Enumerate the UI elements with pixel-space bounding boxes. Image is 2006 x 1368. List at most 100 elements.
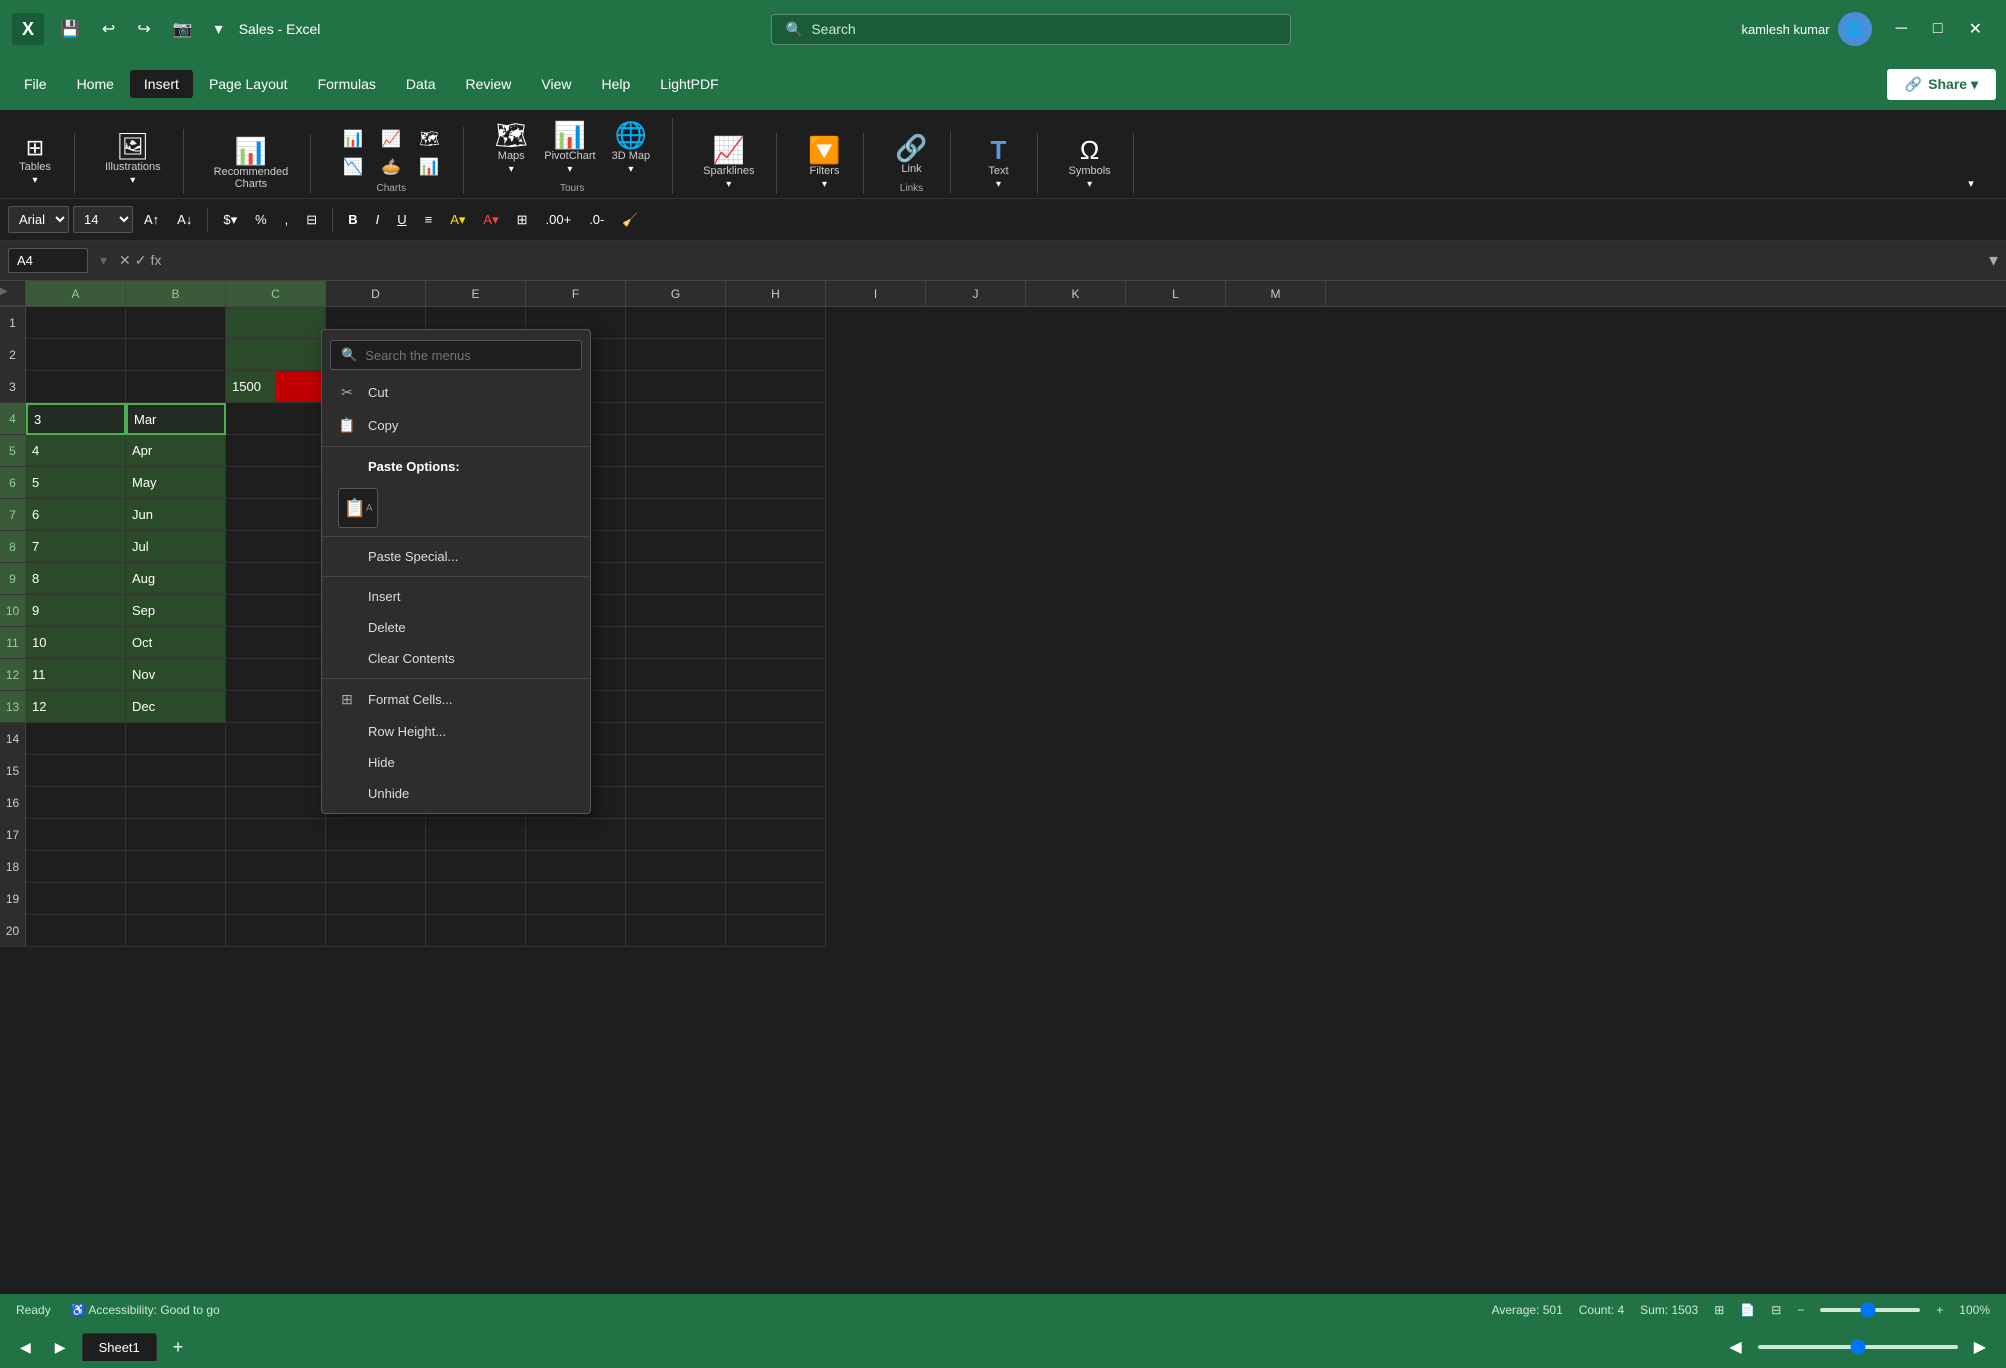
cell-f17[interactable] <box>526 819 626 851</box>
line-chart-button[interactable]: 📉 <box>335 155 371 179</box>
text-button[interactable]: T Text ▾ <box>975 133 1021 194</box>
ctx-hide-item[interactable]: Hide <box>322 747 590 778</box>
add-sheet-button[interactable]: + <box>165 1335 192 1360</box>
ctx-row-height-item[interactable]: Row Height... <box>322 716 590 747</box>
scatter-chart-button[interactable]: 📊 <box>411 155 447 179</box>
col-header-f[interactable]: F <box>526 281 626 306</box>
row-header-10[interactable]: 10 <box>0 595 26 627</box>
cell-c20[interactable] <box>226 915 326 947</box>
font-color-button[interactable]: A▾ <box>476 208 505 232</box>
3d-map-button[interactable]: 🌐 3D Map ▾ <box>606 118 657 179</box>
cell-a15[interactable] <box>26 755 126 787</box>
cell-c5[interactable] <box>226 435 326 467</box>
cell-h18[interactable] <box>726 851 826 883</box>
italic-button[interactable]: I <box>369 208 387 231</box>
context-menu-search-input[interactable] <box>365 348 571 363</box>
cell-c15[interactable] <box>226 755 326 787</box>
cell-g18[interactable] <box>626 851 726 883</box>
redo-button[interactable]: ↪ <box>129 15 158 43</box>
cell-c14[interactable] <box>226 723 326 755</box>
col-header-b[interactable]: B <box>126 281 226 306</box>
borders-button[interactable]: ⊞ <box>510 208 535 232</box>
row-header-9[interactable]: 9 <box>0 563 26 595</box>
bar-chart-button[interactable]: 📈 <box>373 127 409 151</box>
menu-view[interactable]: View <box>527 70 585 98</box>
cell-c7[interactable] <box>226 499 326 531</box>
filters-button[interactable]: 🔽 Filters ▾ <box>801 133 847 194</box>
table-format-button[interactable]: ⊟ <box>299 208 324 232</box>
cell-h3[interactable] <box>726 371 826 403</box>
align-button[interactable]: ≡ <box>418 208 440 231</box>
ctx-delete-item[interactable]: Delete <box>322 612 590 643</box>
cell-h6[interactable] <box>726 467 826 499</box>
cell-c4[interactable] <box>226 403 326 435</box>
cell-a19[interactable] <box>26 883 126 915</box>
camera-button[interactable]: 📷 <box>165 15 201 43</box>
cell-a12[interactable]: 11 <box>26 659 126 691</box>
cell-c18[interactable] <box>226 851 326 883</box>
row-header-8[interactable]: 8 <box>0 531 26 563</box>
cell-a8[interactable]: 7 <box>26 531 126 563</box>
ctx-clear-contents-item[interactable]: Clear Contents <box>322 643 590 674</box>
zoom-slider[interactable] <box>1820 1308 1920 1312</box>
row-header-16[interactable]: 16 <box>0 787 26 819</box>
cell-b14[interactable] <box>126 723 226 755</box>
cell-a14[interactable] <box>26 723 126 755</box>
cell-a20[interactable] <box>26 915 126 947</box>
cell-h15[interactable] <box>726 755 826 787</box>
comma-button[interactable]: , <box>278 208 296 231</box>
cell-h11[interactable] <box>726 627 826 659</box>
cell-f20[interactable] <box>526 915 626 947</box>
menu-data[interactable]: Data <box>392 70 450 98</box>
row-header-6[interactable]: 6 <box>0 467 26 499</box>
col-header-m[interactable]: M <box>1226 281 1326 306</box>
confirm-formula-icon[interactable]: ✓ <box>135 252 147 269</box>
decrease-font-button[interactable]: A↓ <box>170 208 199 231</box>
recommended-charts-button[interactable]: 📊 RecommendedCharts <box>208 134 295 194</box>
select-all-button[interactable]: ▶ <box>0 281 26 306</box>
col-header-c[interactable]: C <box>226 281 326 306</box>
column-chart-button[interactable]: 📊 <box>335 127 371 151</box>
cell-c19[interactable] <box>226 883 326 915</box>
row-header-19[interactable]: 19 <box>0 883 26 915</box>
ctx-paste-special-item[interactable]: Paste Special... <box>322 541 590 572</box>
formula-expand-icon[interactable]: ▾ <box>1989 250 1998 271</box>
cell-g17[interactable] <box>626 819 726 851</box>
cell-c9[interactable] <box>226 563 326 595</box>
save-button[interactable]: 💾 <box>52 15 88 43</box>
cell-h8[interactable] <box>726 531 826 563</box>
cell-b13[interactable]: Dec <box>126 691 226 723</box>
cell-a10[interactable]: 9 <box>26 595 126 627</box>
cell-c2[interactable] <box>226 339 326 371</box>
formula-input[interactable] <box>169 249 1981 272</box>
menu-home[interactable]: Home <box>63 70 128 98</box>
cell-c16[interactable] <box>226 787 326 819</box>
cell-a5[interactable]: 4 <box>26 435 126 467</box>
maximize-button[interactable]: □ <box>1921 15 1955 43</box>
increase-font-button[interactable]: A↑ <box>137 208 166 231</box>
scroll-sheet-left-button[interactable]: ◀ <box>12 1335 39 1360</box>
percent-button[interactable]: % <box>248 208 274 231</box>
cell-h7[interactable] <box>726 499 826 531</box>
row-header-1[interactable]: 1 <box>0 307 26 339</box>
scroll-left-button[interactable]: ◀ <box>1721 1333 1749 1361</box>
cell-h17[interactable] <box>726 819 826 851</box>
cell-h19[interactable] <box>726 883 826 915</box>
row-header-2[interactable]: 2 <box>0 339 26 371</box>
cell-c8[interactable] <box>226 531 326 563</box>
cell-c13[interactable] <box>226 691 326 723</box>
col-header-i[interactable]: I <box>826 281 926 306</box>
share-button[interactable]: 🔗 Share ▾ <box>1887 69 1996 100</box>
cell-b7[interactable]: Jun <box>126 499 226 531</box>
cell-a7[interactable]: 6 <box>26 499 126 531</box>
cell-c17[interactable] <box>226 819 326 851</box>
cell-e17[interactable] <box>426 819 526 851</box>
cell-b4[interactable]: Mar <box>126 403 226 435</box>
cell-h5[interactable] <box>726 435 826 467</box>
cell-g7[interactable] <box>626 499 726 531</box>
menu-insert[interactable]: Insert <box>130 70 193 98</box>
underline-button[interactable]: U <box>390 208 413 231</box>
row-header-20[interactable]: 20 <box>0 915 26 947</box>
cell-g12[interactable] <box>626 659 726 691</box>
cell-c3[interactable]: 1500 <box>226 371 326 403</box>
